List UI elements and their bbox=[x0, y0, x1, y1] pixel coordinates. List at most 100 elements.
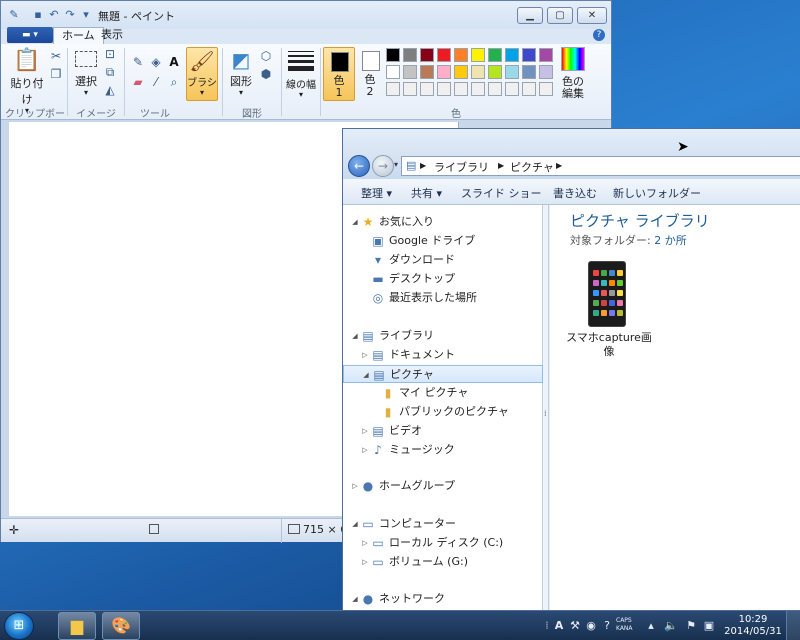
tray-expand-icon[interactable]: ▴ bbox=[644, 619, 658, 633]
magnifier-icon[interactable]: ⌕ bbox=[165, 74, 183, 90]
burn-button[interactable]: 書き込む bbox=[553, 185, 597, 201]
nav-tree-item[interactable]: ◢ ▤ ピクチャ bbox=[343, 365, 543, 383]
color2-button[interactable]: 色 2 bbox=[355, 47, 387, 101]
pencil-icon[interactable]: ✎ bbox=[129, 54, 147, 70]
collapsed-arrow-icon[interactable]: ▷ bbox=[361, 534, 369, 552]
nav-tree-item[interactable]: ◢ ▤ ライブラリ bbox=[343, 327, 543, 345]
palette-swatch[interactable] bbox=[454, 65, 468, 79]
nav-tree-item[interactable]: ▷ ▭ ボリューム (G:) bbox=[343, 553, 543, 571]
nav-tree-item[interactable]: ◢ ★ お気に入り bbox=[343, 213, 543, 231]
crop-icon[interactable]: ⊡ bbox=[101, 46, 119, 62]
palette-swatch[interactable] bbox=[488, 65, 502, 79]
resize-icon[interactable]: ⧉ bbox=[101, 64, 119, 80]
edit-colors-button[interactable] bbox=[561, 47, 585, 71]
tab-view[interactable]: 表示 bbox=[93, 27, 131, 44]
address-bar[interactable]: ▤ ▶ ライブラリ ▶ ピクチャ ▶ bbox=[401, 156, 800, 176]
palette-swatch[interactable] bbox=[522, 65, 536, 79]
nav-tree-item[interactable]: ◎ 最近表示した場所 bbox=[343, 289, 543, 307]
palette-swatch[interactable] bbox=[505, 48, 519, 62]
collapsed-arrow-icon[interactable]: ▷ bbox=[361, 346, 369, 364]
palette-swatch[interactable] bbox=[471, 48, 485, 62]
help-icon[interactable]: ? bbox=[593, 29, 605, 41]
tools-icon[interactable]: ⚒ bbox=[568, 619, 582, 633]
palette-swatch[interactable] bbox=[522, 48, 536, 62]
copy-icon[interactable]: ❐ bbox=[47, 66, 65, 82]
start-button[interactable]: ⊞ bbox=[4, 612, 34, 640]
expanded-arrow-icon[interactable]: ◢ bbox=[351, 213, 359, 231]
palette-swatch[interactable] bbox=[539, 48, 553, 62]
file-thumbnail-phone-screenshot[interactable] bbox=[588, 261, 626, 327]
breadcrumb-separator-icon[interactable]: ▶ bbox=[420, 161, 426, 170]
close-button[interactable]: ✕ bbox=[577, 7, 607, 24]
breadcrumb-separator-icon[interactable]: ▶ bbox=[556, 161, 562, 170]
line-width-button[interactable]: 線の幅 ▾ bbox=[285, 47, 317, 101]
nav-tree-item[interactable]: ▬ デスクトップ bbox=[343, 270, 543, 288]
collapsed-arrow-icon[interactable]: ▷ bbox=[361, 553, 369, 571]
nav-tree-item[interactable]: ◢ ● ネットワーク bbox=[343, 590, 543, 608]
palette-swatch[interactable] bbox=[386, 82, 400, 96]
brush-button[interactable]: 🖌 ブラシ ▾ bbox=[186, 47, 218, 101]
eraser-icon[interactable]: ▰ bbox=[129, 74, 147, 90]
taskbar-paint-button[interactable]: 🎨 bbox=[102, 612, 140, 640]
palette-swatch[interactable] bbox=[403, 82, 417, 96]
palette-swatch[interactable] bbox=[420, 48, 434, 62]
palette-swatch[interactable] bbox=[488, 48, 502, 62]
recent-pages-dropdown-icon[interactable]: ▾ bbox=[394, 160, 398, 169]
palette-swatch[interactable] bbox=[437, 48, 451, 62]
select-button[interactable]: 選択 ▾ bbox=[71, 47, 101, 101]
save-icon[interactable]: ▪ bbox=[31, 8, 45, 22]
file-menu-button[interactable]: ▬ ▾ bbox=[7, 27, 53, 43]
fill-icon[interactable]: ⬢ bbox=[257, 66, 275, 82]
cut-icon[interactable]: ✂ bbox=[47, 48, 65, 64]
flag-icon[interactable]: ⚑ bbox=[684, 619, 698, 633]
palette-swatch[interactable] bbox=[454, 82, 468, 96]
nav-tree-item[interactable]: ▾ ダウンロード bbox=[343, 251, 543, 269]
maximize-button[interactable]: ▢ bbox=[547, 7, 573, 24]
ime-mode-indicator[interactable]: A bbox=[552, 619, 566, 633]
palette-swatch[interactable] bbox=[420, 65, 434, 79]
collapsed-arrow-icon[interactable]: ▷ bbox=[361, 441, 369, 459]
expanded-arrow-icon[interactable]: ◢ bbox=[351, 515, 359, 533]
palette-swatch[interactable] bbox=[471, 82, 485, 96]
color-picker-icon[interactable]: ⁄ bbox=[147, 74, 165, 90]
paint-titlebar[interactable]: ✎ ▪ ↶ ↷ ▾ 無題 - ペイント ▁ ▢ ✕ bbox=[1, 1, 611, 29]
file-name-label[interactable]: スマホcapture画像 bbox=[564, 331, 654, 359]
taskbar-explorer-button[interactable]: ▆ bbox=[58, 612, 96, 640]
paste-button[interactable]: 📋 貼り付け ▾ bbox=[7, 47, 47, 115]
breadcrumb-pictures[interactable]: ピクチャ bbox=[510, 159, 554, 175]
nav-tree-item[interactable]: ◢ ▭ コンピューター bbox=[343, 515, 543, 533]
nav-tree-item[interactable]: ▮ パブリックのピクチャ bbox=[343, 403, 543, 421]
quick-access-dropdown-icon[interactable]: ▾ bbox=[79, 8, 93, 22]
palette-swatch[interactable] bbox=[488, 82, 502, 96]
palette-swatch[interactable] bbox=[539, 82, 553, 96]
palette-swatch[interactable] bbox=[403, 48, 417, 62]
forward-button[interactable]: → bbox=[372, 155, 394, 177]
organize-button[interactable]: 整理 ▾ bbox=[361, 185, 392, 201]
expanded-arrow-icon[interactable]: ◢ bbox=[351, 327, 359, 345]
undo-icon[interactable]: ↶ bbox=[47, 8, 61, 22]
palette-swatch[interactable] bbox=[522, 82, 536, 96]
palette-swatch[interactable] bbox=[539, 65, 553, 79]
expanded-arrow-icon[interactable]: ◢ bbox=[362, 366, 370, 384]
breadcrumb-separator-icon[interactable]: ▶ bbox=[498, 161, 504, 170]
palette-swatch[interactable] bbox=[505, 65, 519, 79]
slideshow-button[interactable]: スライド ショー bbox=[461, 185, 542, 201]
nav-tree-item[interactable]: ▷ ▤ ビデオ bbox=[343, 422, 543, 440]
fill-bucket-icon[interactable]: ◈ bbox=[147, 54, 165, 70]
color1-button[interactable]: 色 1 bbox=[323, 47, 355, 101]
breadcrumb-libraries[interactable]: ライブラリ bbox=[434, 159, 489, 175]
share-button[interactable]: 共有 ▾ bbox=[411, 185, 442, 201]
explorer-titlebar[interactable]: ← → ▾ ▤ ▶ ライブラリ ▶ ピクチャ ▶ bbox=[343, 129, 800, 179]
nav-tree-item[interactable]: ▷ ▤ ドキュメント bbox=[343, 346, 543, 364]
volume-icon[interactable]: 🔈 bbox=[664, 619, 678, 633]
nav-tree-item[interactable]: ▷ ● ホームグループ bbox=[343, 477, 543, 495]
palette-swatch[interactable] bbox=[471, 65, 485, 79]
text-tool-icon[interactable]: A bbox=[165, 54, 183, 70]
network-icon[interactable]: ▣ bbox=[702, 619, 716, 633]
palette-swatch[interactable] bbox=[505, 82, 519, 96]
show-desktop-button[interactable] bbox=[786, 611, 800, 640]
back-button[interactable]: ← bbox=[348, 155, 370, 177]
palette-swatch[interactable] bbox=[437, 65, 451, 79]
nav-tree-item[interactable]: ▷ ♪ ミュージック bbox=[343, 441, 543, 459]
nav-tree-item[interactable]: ▮ マイ ピクチャ bbox=[343, 384, 543, 402]
